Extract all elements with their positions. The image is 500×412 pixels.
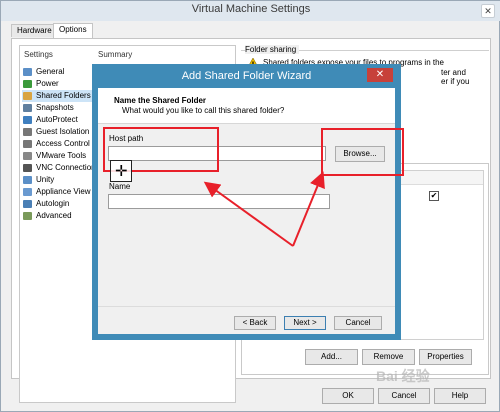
settings-item-label: Access Control — [36, 139, 90, 148]
settings-item-label: VNC Connections — [36, 163, 100, 172]
host-path-label: Host path — [109, 134, 144, 143]
settings-item-label: Appliance View — [36, 187, 91, 196]
window-title: Virtual Machine Settings — [191, 3, 311, 15]
vnc-icon — [23, 164, 32, 172]
general-icon — [23, 68, 32, 76]
folder-name-input[interactable] — [108, 194, 330, 209]
wizard-footer-divider — [98, 306, 395, 307]
settings-item-label: Snapshots — [36, 103, 74, 112]
tab-hardware[interactable]: Hardware — [11, 24, 58, 37]
settings-item-label: Shared Folders — [36, 91, 91, 100]
tab-options[interactable]: Options — [53, 23, 93, 38]
vmware-tools-icon — [23, 152, 32, 160]
advanced-icon — [23, 212, 32, 220]
folder-sharing-title: Folder sharing — [245, 45, 300, 54]
window-titlebar: Virtual Machine Settings ✕ — [1, 1, 500, 21]
back-button[interactable]: < Back — [234, 316, 276, 330]
help-button[interactable]: Help — [434, 388, 486, 404]
wizard-subheading: What would you like to call this shared … — [122, 106, 285, 115]
settings-item-label: Autologin — [36, 199, 70, 208]
wizard-body: Name the Shared Folder What would you li… — [98, 88, 395, 334]
settings-item-label: Power — [36, 79, 59, 88]
close-icon[interactable]: ✕ — [481, 4, 495, 18]
next-button[interactable]: Next > — [284, 316, 326, 330]
remove-folder-button[interactable]: Remove — [362, 349, 415, 365]
browse-button[interactable]: Browse... — [335, 146, 385, 162]
access-control-icon — [23, 140, 32, 148]
watermark: Bai 经验 — [376, 368, 430, 384]
wizard-title: Add Shared Folder Wizard — [181, 70, 312, 82]
host-path-input[interactable] — [108, 146, 326, 161]
autoprotect-icon — [23, 116, 32, 124]
settings-item-label: AutoProtect — [36, 115, 78, 124]
folder-enabled-checkbox[interactable]: ✔ — [429, 191, 439, 201]
add-folder-button[interactable]: Add... — [305, 349, 358, 365]
autologin-icon — [23, 200, 32, 208]
wizard-cancel-button[interactable]: Cancel — [334, 316, 382, 330]
summary-column-header[interactable]: Summary — [98, 50, 132, 59]
settings-column-header[interactable]: Settings — [24, 50, 53, 59]
properties-button[interactable]: Properties — [419, 349, 472, 365]
power-icon — [23, 80, 32, 88]
wizard-close-icon[interactable]: ✕ — [367, 68, 393, 82]
settings-item-label: Unity — [36, 175, 55, 184]
folder-sharing-description-2: ter and — [441, 68, 466, 77]
cancel-button[interactable]: Cancel — [378, 388, 430, 404]
settings-item-label: VMware Tools — [36, 151, 87, 160]
guest-isolation-icon — [23, 128, 32, 136]
folder-sharing-description-3: er if you — [441, 77, 470, 86]
wizard-header: Name the Shared Folder What would you li… — [98, 88, 395, 124]
add-shared-folder-wizard: Add Shared Folder Wizard ✕ Name the Shar… — [92, 64, 401, 340]
cursor-icon: ✛ — [110, 160, 132, 182]
unity-icon — [23, 176, 32, 184]
ok-button[interactable]: OK — [322, 388, 374, 404]
wizard-titlebar: Add Shared Folder Wizard ✕ — [92, 64, 401, 88]
name-label: Name — [109, 182, 131, 191]
wizard-heading: Name the Shared Folder — [114, 96, 207, 105]
settings-item-label: General — [36, 67, 65, 76]
settings-item-label: Advanced — [36, 211, 72, 220]
appliance-view-icon — [23, 188, 32, 196]
settings-item-label: Guest Isolation — [36, 127, 90, 136]
snapshots-icon — [23, 104, 32, 112]
shared-folders-icon — [23, 92, 32, 100]
